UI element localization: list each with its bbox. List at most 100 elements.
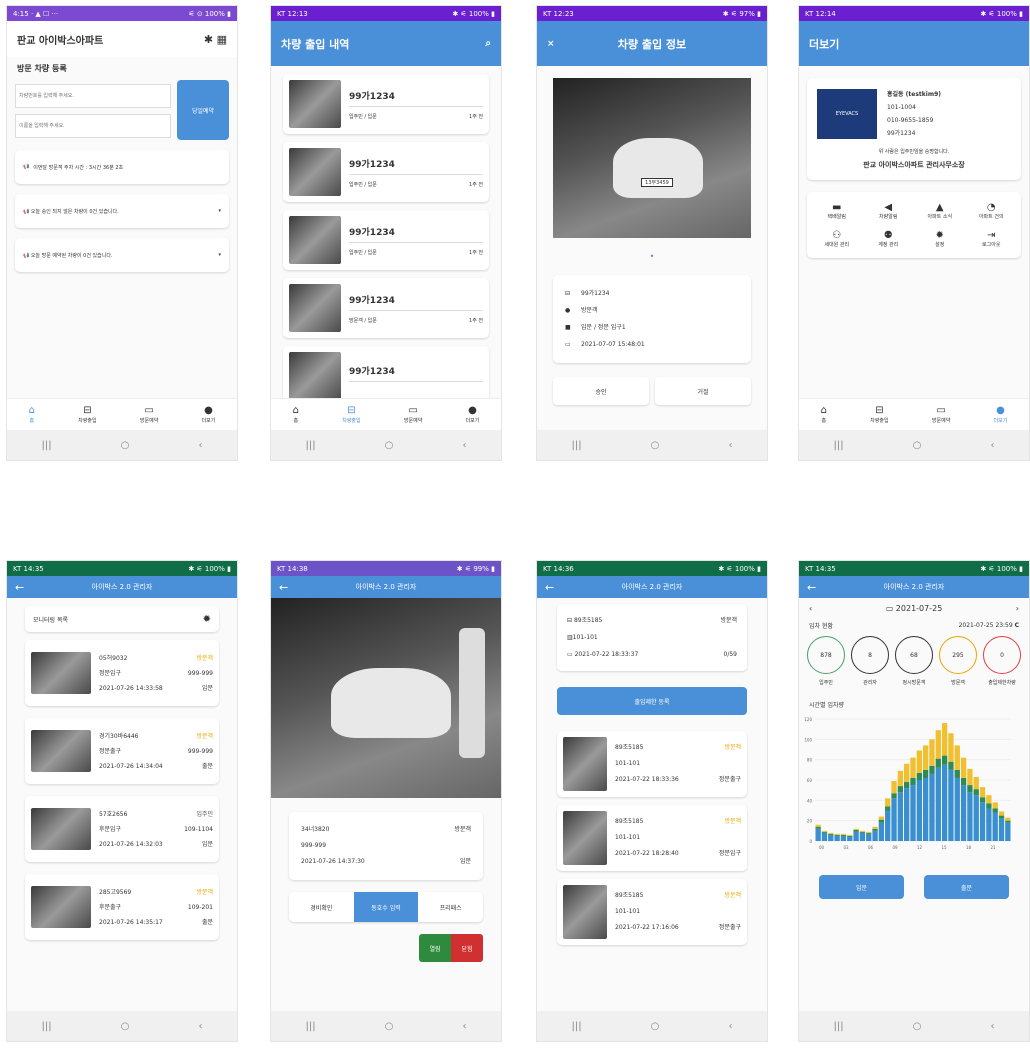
back-icon[interactable]: ‹ (198, 1021, 202, 1032)
menu-label: 아파트 건의 (978, 214, 1004, 220)
history-item[interactable]: 99가1234 입주민 / 입문 1주 전 (283, 210, 489, 270)
open-button[interactable]: 열림 (419, 934, 451, 962)
gear-icon[interactable]: ✹ (203, 614, 211, 625)
x-tick-label: 00 (819, 845, 825, 850)
close-icon[interactable]: × (547, 39, 555, 49)
menu-news[interactable]: ▲ 아파트 소식 (914, 202, 966, 220)
chevron-down-icon[interactable]: ▾ (218, 252, 221, 258)
recents-icon[interactable]: ||| (834, 440, 844, 451)
selected-date[interactable]: 2021-07-25 (896, 604, 943, 613)
entry-button[interactable]: 입문 (819, 875, 904, 899)
bar (834, 834, 840, 836)
history-item[interactable]: 99가1234 입주민 / 입문 1주 전 (283, 74, 489, 134)
item-gate: 정문입구 (99, 669, 122, 677)
back-arrow-icon[interactable]: ← (807, 581, 816, 594)
reserve-button[interactable]: 당일예약 (177, 80, 229, 140)
free-pass-button[interactable]: 프리패스 (418, 892, 483, 922)
notice-card[interactable]: 📢 오늘 승인 되지 않은 차량이 0건 있습니다. ▾ (15, 194, 229, 228)
monitor-item[interactable]: 57호2656 입주민 후문입구 109-1104 2021-07-26 14:32… (25, 796, 219, 862)
tab-car[interactable]: ⊟ 차량출입 (78, 405, 96, 424)
tab-car[interactable]: ⊟ 차량출입 (870, 405, 888, 424)
chevron-down-icon[interactable]: ▾ (218, 208, 221, 214)
recents-icon[interactable]: ||| (572, 440, 582, 451)
notice-card[interactable]: 📢 오늘 방문 예약된 차량이 0건 있습니다. ▾ (15, 238, 229, 272)
menu-suggest[interactable]: ◔ 아파트 건의 (966, 202, 1018, 220)
history-item[interactable]: 99가1234 (283, 346, 489, 406)
tab-home[interactable]: ⌂ 홈 (29, 405, 35, 424)
car-thumbnail (289, 80, 341, 128)
home-button-icon[interactable]: ○ (385, 1021, 394, 1032)
refresh-icon[interactable]: C (1015, 622, 1019, 629)
item-plate: 89조5185 (615, 744, 644, 751)
recents-icon[interactable]: ||| (42, 440, 52, 451)
tab-visit[interactable]: ▭ 방문예약 (932, 405, 950, 424)
stat-circle: 0 출입제한차량 (981, 636, 1023, 686)
stat-value: 0 (983, 636, 1021, 674)
next-date-icon[interactable]: › (1016, 604, 1019, 613)
back-icon[interactable]: ‹ (462, 440, 466, 451)
item-plate: 57호2656 (99, 810, 128, 818)
monitor-item[interactable]: 05허9032 방문객 정문입구 999-999 2021-07-26 14:33:… (25, 640, 219, 706)
history-item[interactable]: 99가1234 방문객 / 입문 1주 전 (283, 278, 489, 338)
car-icon: ⊟ (565, 290, 571, 297)
tab-home[interactable]: ⌂ 홈 (293, 405, 299, 424)
car-summary-card: ⊟ 89조5185 방문객 ▥ 101-101 ▭ 2021-07-22 18:3… (557, 604, 747, 671)
back-icon[interactable]: ‹ (198, 440, 202, 451)
back-arrow-icon[interactable]: ← (15, 581, 24, 594)
back-icon[interactable]: ‹ (990, 1021, 994, 1032)
home-button-icon[interactable]: ○ (121, 440, 130, 451)
bar (872, 826, 878, 829)
recents-icon[interactable]: ||| (572, 1021, 582, 1032)
history-item[interactable]: 89조5185 방문객 101-101 2021-07-22 18:33:36 정문… (557, 731, 747, 797)
restrict-register-button[interactable]: 출입제한 등록 (557, 687, 747, 715)
guard-check-button[interactable]: 경비확인 (289, 892, 354, 922)
tab-visit[interactable]: ▭ 방문예약 (404, 405, 422, 424)
menu-delivery[interactable]: ▬ 택배알림 (811, 202, 863, 220)
home-button-icon[interactable]: ○ (913, 440, 922, 451)
car-thumbnail (563, 811, 607, 865)
home-button-icon[interactable]: ○ (385, 440, 394, 451)
history-item[interactable]: 99가1234 입주민 / 입문 1주 전 (283, 142, 489, 202)
monitor-item[interactable]: 285고9569 방문객 후문출구 109-201 2021-07-26 14:35… (25, 874, 219, 940)
back-icon[interactable]: ‹ (990, 440, 994, 451)
name-input[interactable] (15, 114, 171, 138)
search-icon[interactable]: ⌕ (485, 38, 491, 49)
tab-more[interactable]: ● 더보기 (466, 405, 480, 424)
recents-icon[interactable]: ||| (306, 1021, 316, 1032)
exit-button[interactable]: 출문 (924, 875, 1009, 899)
back-arrow-icon[interactable]: ← (545, 581, 554, 594)
back-arrow-icon[interactable]: ← (279, 581, 288, 594)
recents-icon[interactable]: ||| (42, 1021, 52, 1032)
approve-button[interactable]: 승인 (553, 377, 649, 405)
tab-more[interactable]: ● 더보기 (202, 405, 216, 424)
menu-family[interactable]: ⚇ 세대원 관리 (811, 230, 863, 248)
back-icon[interactable]: ‹ (728, 440, 732, 451)
recents-icon[interactable]: ||| (834, 1021, 844, 1032)
home-button-icon[interactable]: ○ (121, 1021, 130, 1032)
history-item[interactable]: 89조5185 방문객 101-101 2021-07-22 18:28:40 정문… (557, 805, 747, 871)
menu-logout[interactable]: ⇥ 로그아웃 (966, 230, 1018, 248)
menu-car-alert[interactable]: ◀ 차량알림 (863, 202, 915, 220)
tab-visit[interactable]: ▭ 방문예약 (140, 405, 158, 424)
back-icon[interactable]: ‹ (462, 1021, 466, 1032)
menu-settings[interactable]: ✹ 설정 (914, 230, 966, 248)
monitor-item[interactable]: 경기30바6446 방문객 정문출구 999-999 2021-07-26 14:3… (25, 718, 219, 784)
close-gate-button[interactable]: 닫힘 (451, 934, 483, 962)
unit-input-button[interactable]: 동호수 입력 (353, 892, 419, 922)
tab-car[interactable]: ⊟ 차량출입 (342, 405, 360, 424)
tab-home[interactable]: ⌂ 홈 (821, 405, 827, 424)
recents-icon[interactable]: ||| (306, 440, 316, 451)
prev-date-icon[interactable]: ‹ (809, 604, 812, 613)
home-button-icon[interactable]: ○ (913, 1021, 922, 1032)
menu-account[interactable]: ⚉ 계정 관리 (863, 230, 915, 248)
home-button-icon[interactable]: ○ (651, 440, 660, 451)
bluetooth-icon[interactable]: ✱ ▦ (204, 33, 227, 46)
car-number-input[interactable] (15, 84, 171, 108)
bar (910, 785, 916, 841)
home-button-icon[interactable]: ○ (651, 1021, 660, 1032)
reject-button[interactable]: 거절 (655, 377, 751, 405)
back-icon[interactable]: ‹ (728, 1021, 732, 1032)
history-item[interactable]: 89조5185 방문객 101-101 2021-07-22 17:16:06 정문… (557, 879, 747, 945)
item-plate: 경기30바6446 (99, 732, 139, 740)
tab-more[interactable]: ● 더보기 (994, 405, 1008, 424)
